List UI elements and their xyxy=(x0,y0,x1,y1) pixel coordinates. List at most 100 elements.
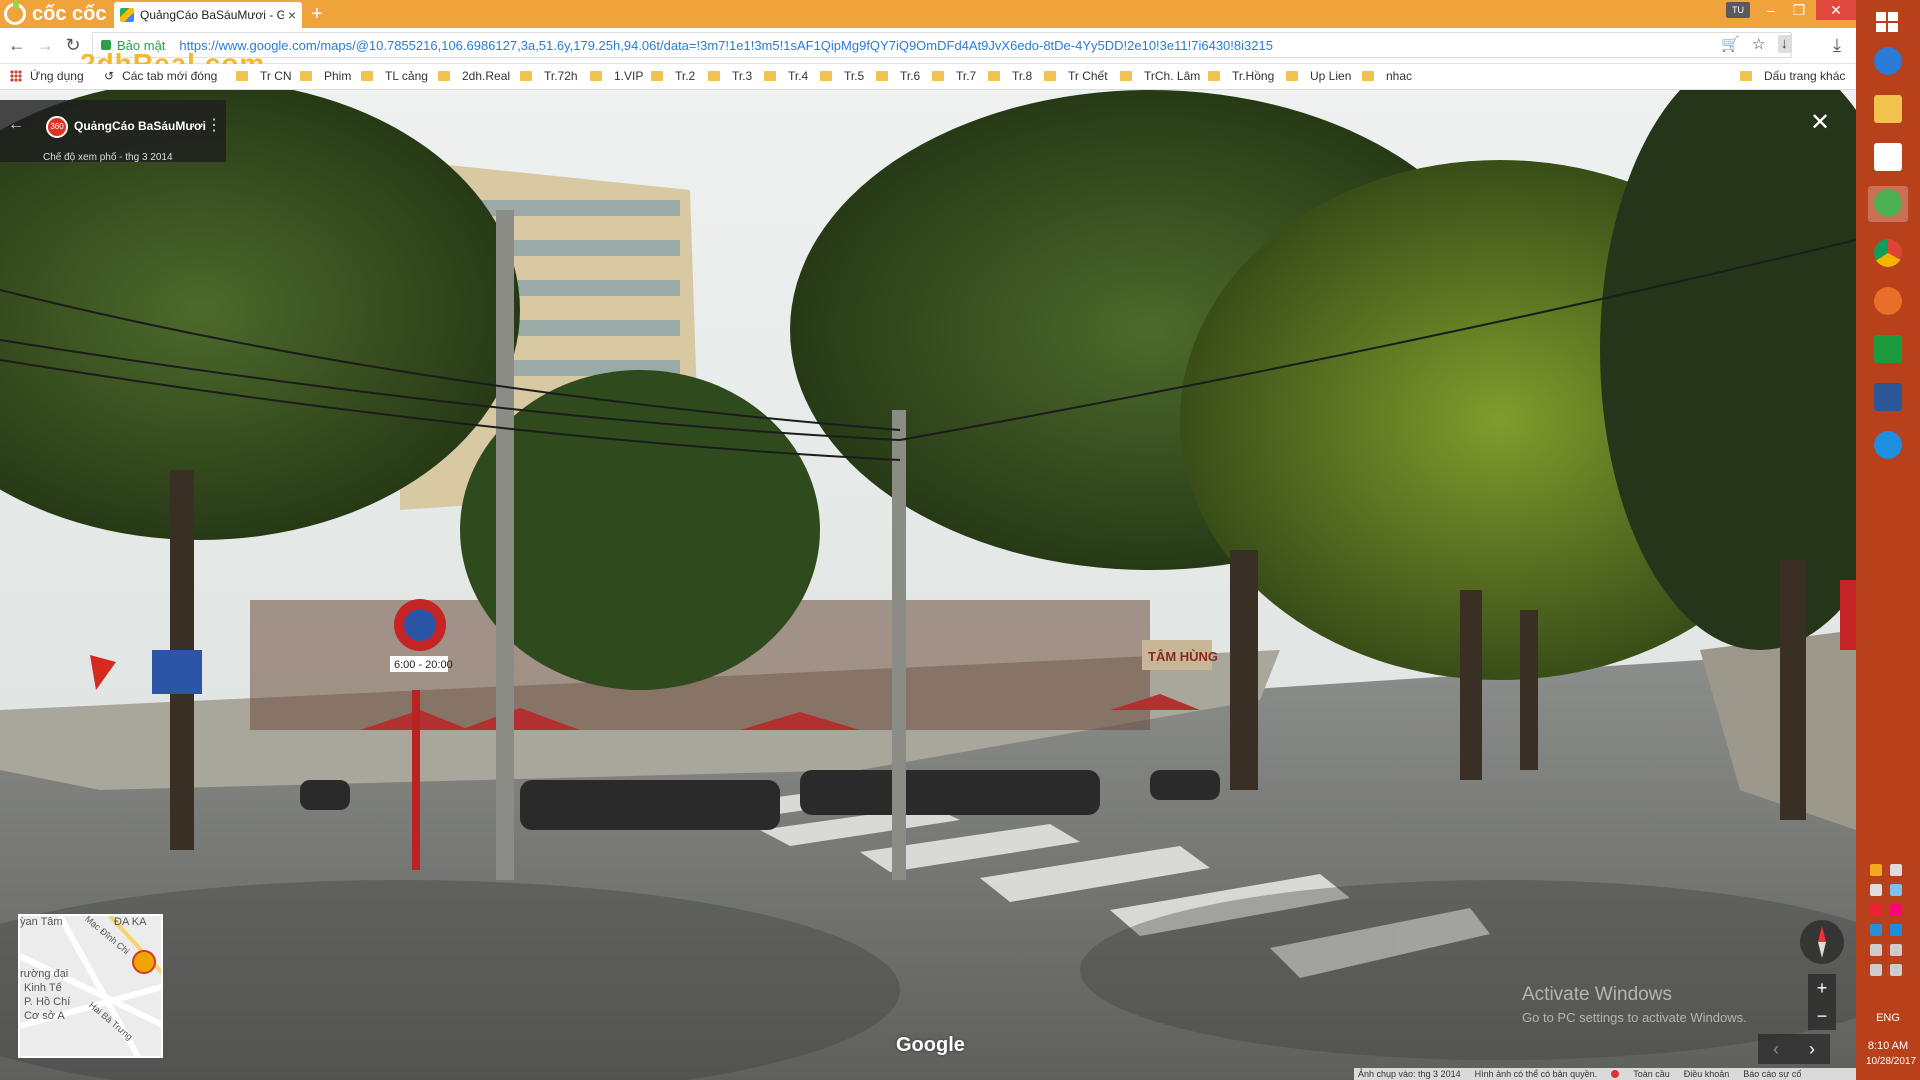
zoom-in-button[interactable]: + xyxy=(1808,974,1836,1002)
taskbar-file-explorer[interactable] xyxy=(1868,92,1908,128)
taskbar-store[interactable] xyxy=(1868,332,1908,368)
bookmark-folder[interactable]: Up Lien xyxy=(1286,69,1351,83)
zoom-out-button[interactable]: − xyxy=(1808,1002,1836,1030)
bookmark-recent-tabs[interactable]: ↺ Các tab mới đóng xyxy=(104,69,217,83)
tab-google-maps[interactable]: QuảngCáo BaSáuMươi - G × xyxy=(114,2,302,28)
activate-windows-watermark: Activate Windows Go to PC settings to ac… xyxy=(1522,984,1747,1025)
taskbar-chrome[interactable] xyxy=(1868,236,1908,272)
apps-grid-icon xyxy=(10,70,22,82)
place-info-card: ← 360 QuảngCáo BaSáuMươi ⋮ Chế độ xem ph… xyxy=(0,100,226,163)
downloads-icon[interactable]: ⤓ xyxy=(1826,34,1848,56)
report-problem-link[interactable]: Báo cáo sự cố xyxy=(1743,1068,1801,1080)
bookmark-folder[interactable]: Tr.7 xyxy=(932,69,976,83)
bookmark-folder[interactable]: Tr.8 xyxy=(988,69,1032,83)
folder-icon xyxy=(590,71,602,81)
close-streetview-icon[interactable]: ✕ xyxy=(1810,108,1830,137)
volume-icon[interactable] xyxy=(1870,964,1882,976)
bookmark-folder[interactable]: Tr Chết xyxy=(1044,69,1108,83)
bookmark-label: Tr.3 xyxy=(732,69,753,83)
mini-map[interactable]: ỳan Tâm ĐA KA Mạc Đĩnh Chi rường đại Kin… xyxy=(18,914,163,1058)
start-button[interactable] xyxy=(1872,8,1904,36)
bookmark-label: 2dh.Real xyxy=(462,69,511,83)
bookmark-folder[interactable]: Tr.2 xyxy=(651,69,695,83)
url-text[interactable]: https://www.google.com/maps/@10.7855216,… xyxy=(179,38,1273,53)
pegman-icon[interactable] xyxy=(132,950,156,974)
user-profile-badge[interactable]: TU xyxy=(1726,2,1750,18)
bookmark-apps[interactable]: Ứng dụng xyxy=(10,69,84,83)
taskbar-firefox[interactable] xyxy=(1868,284,1908,320)
bookmark-label: 1.VIP xyxy=(614,69,644,83)
capture-date: Ảnh chụp vào: thg 3 2014 xyxy=(1358,1069,1461,1079)
clock-time[interactable]: 8:10 AM xyxy=(1866,1040,1910,1052)
tray-icon[interactable] xyxy=(1890,924,1902,936)
bookmark-folder[interactable]: Tr.Hồng xyxy=(1208,69,1274,83)
bookmark-folder[interactable]: 1.VIP xyxy=(590,69,643,83)
tray-icon[interactable] xyxy=(1890,944,1902,956)
bookmark-folder[interactable]: Tr.5 xyxy=(820,69,864,83)
bookmark-label: Tr.7 xyxy=(956,69,977,83)
compass-icon[interactable] xyxy=(1800,920,1844,964)
bookmark-folder[interactable]: Tr.4 xyxy=(764,69,808,83)
bookmark-other[interactable]: Dấu trang khác xyxy=(1740,69,1845,83)
bookmark-folder[interactable]: TL cảng xyxy=(361,69,428,83)
folder-icon xyxy=(876,71,888,81)
taskbar-word[interactable] xyxy=(1868,380,1908,416)
tray-icon[interactable] xyxy=(1890,904,1902,916)
bookmark-folder[interactable]: Tr.3 xyxy=(708,69,752,83)
place-name[interactable]: QuảngCáo BaSáuMươi xyxy=(74,119,206,133)
taskbar-app[interactable] xyxy=(1868,140,1908,176)
tray-icon[interactable] xyxy=(1890,864,1902,876)
input-language[interactable]: ENG xyxy=(1866,1012,1910,1024)
more-options-icon[interactable]: ⋮ xyxy=(206,115,222,135)
bookmark-label: Phim xyxy=(324,69,352,83)
shopping-cart-icon[interactable]: 🛒 xyxy=(1721,35,1740,53)
tab-close-icon[interactable]: × xyxy=(288,7,296,23)
street-view-panorama[interactable]: 6:00 - 20:00 TÂM HÙNG ← 360 QuảngCáo BaS… xyxy=(0,90,1856,1080)
bookmark-folder[interactable]: 2dh.Real xyxy=(438,69,510,83)
next-photo-button[interactable]: › xyxy=(1809,1039,1815,1060)
address-bar[interactable]: Bảo mật https://www.google.com/maps/@10.… xyxy=(92,32,1792,58)
bookmark-label: Up Lien xyxy=(1310,69,1352,83)
folder-icon xyxy=(764,71,776,81)
bookmark-label: Tr.Hồng xyxy=(1232,69,1275,83)
bookmark-label: nhac xyxy=(1386,69,1413,83)
bookmark-folder[interactable]: Tr CN xyxy=(236,69,292,83)
taskbar-zalo[interactable] xyxy=(1868,428,1908,464)
star-icon[interactable]: ☆ xyxy=(1752,35,1765,53)
terms-link[interactable]: Điều khoản xyxy=(1684,1068,1730,1080)
tray-icon[interactable] xyxy=(1890,884,1902,896)
bookmark-label: Tr CN xyxy=(260,69,292,83)
bookmark-folder[interactable]: Tr.6 xyxy=(876,69,920,83)
minimap-label: Cơ sở A xyxy=(24,1010,65,1022)
download-arrow-icon[interactable]: ↓ xyxy=(1777,35,1791,53)
folder-icon xyxy=(1740,71,1752,81)
maximize-button[interactable]: ❐ xyxy=(1784,0,1814,20)
taskbar-ie[interactable] xyxy=(1868,44,1908,80)
global-link[interactable]: Toàn cầu xyxy=(1633,1068,1670,1080)
bookmark-folder[interactable]: Tr.72h xyxy=(520,69,578,83)
bookmark-folder[interactable]: Phim xyxy=(300,69,351,83)
tray-icon[interactable] xyxy=(1890,964,1902,976)
taskbar-coccoc[interactable] xyxy=(1868,186,1908,222)
compass-south-needle xyxy=(1818,942,1826,958)
tray-icon[interactable] xyxy=(1870,924,1882,936)
tray-icon[interactable] xyxy=(1870,884,1882,896)
place-subtitle: Chế độ xem phố - thg 3 2014 xyxy=(43,152,173,163)
network-icon[interactable] xyxy=(1870,944,1882,956)
tray-icon[interactable] xyxy=(1870,904,1882,916)
bookmark-folder[interactable]: TrCh. Lâm xyxy=(1120,69,1200,83)
new-tab-button[interactable]: + xyxy=(311,3,323,26)
close-window-button[interactable]: ✕ xyxy=(1816,0,1856,20)
back-arrow-icon[interactable]: ← xyxy=(8,116,24,134)
clock-date[interactable]: 10/28/2017 xyxy=(1866,1056,1916,1067)
internet-explorer-icon xyxy=(1874,47,1902,75)
minimize-button[interactable]: – xyxy=(1756,0,1786,20)
previous-photo-button[interactable]: ‹ xyxy=(1773,1039,1779,1060)
back-button[interactable]: ← xyxy=(6,34,28,56)
activate-title: Activate Windows xyxy=(1522,984,1672,1005)
tray-icon[interactable] xyxy=(1870,864,1882,876)
bookmark-folder[interactable]: nhac xyxy=(1362,69,1412,83)
coccoc-brand[interactable]: cốc cốc xyxy=(0,0,112,28)
bookmark-label: Tr.72h xyxy=(544,69,578,83)
forward-button[interactable]: → xyxy=(34,34,56,56)
